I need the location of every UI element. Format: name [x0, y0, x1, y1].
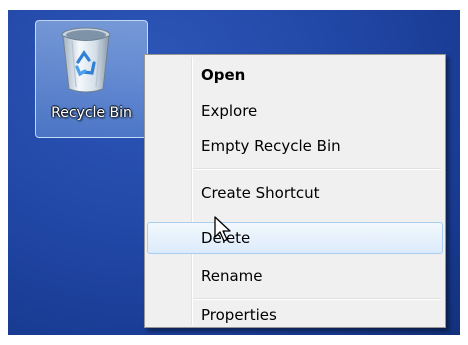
- menu-separator: [193, 168, 441, 170]
- context-menu: Open Explore Empty Recycle Bin Create Sh…: [144, 54, 446, 328]
- desktop[interactable]: Recycle Bin Open Explore Empty Recycle B…: [8, 10, 460, 335]
- menu-item-properties[interactable]: Properties: [147, 299, 443, 331]
- recycle-bin-label: Recycle Bin: [51, 105, 132, 121]
- arrow-pointer-icon: [214, 216, 231, 242]
- menu-item-rename[interactable]: Rename: [147, 260, 443, 292]
- menu-item-empty-recycle-bin[interactable]: Empty Recycle Bin: [147, 130, 443, 162]
- screenshot-frame: Recycle Bin Open Explore Empty Recycle B…: [0, 0, 468, 345]
- menu-item-delete[interactable]: Delete: [147, 222, 443, 254]
- recycle-bin-desktop-icon[interactable]: Recycle Bin: [35, 20, 148, 138]
- menu-item-explore[interactable]: Explore: [147, 95, 443, 127]
- menu-item-create-shortcut[interactable]: Create Shortcut: [147, 177, 443, 209]
- recycle-bin-icon: [61, 27, 111, 93]
- menu-item-open[interactable]: Open: [147, 59, 443, 91]
